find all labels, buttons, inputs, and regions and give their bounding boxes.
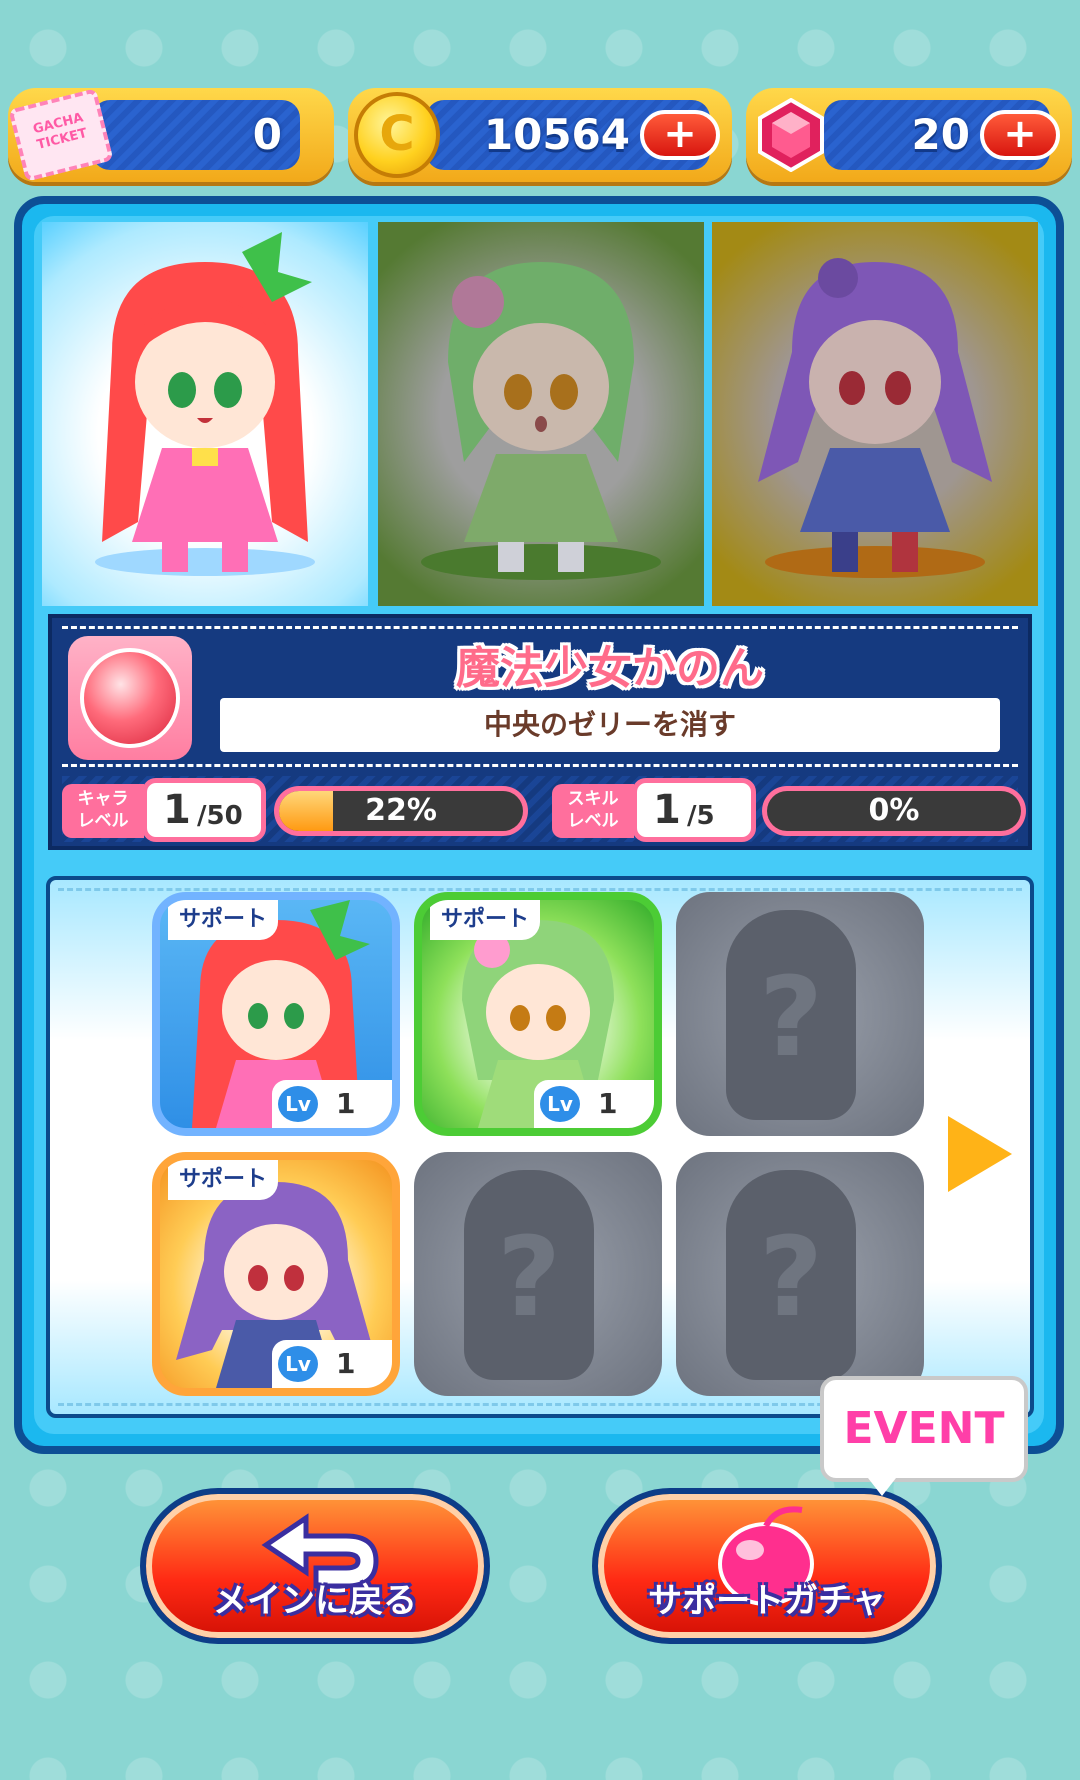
char-exp-percent: 22% bbox=[365, 793, 437, 828]
add-gems-button[interactable]: + bbox=[980, 110, 1060, 160]
unknown-character-icon bbox=[726, 1170, 856, 1380]
locked-support-card[interactable] bbox=[676, 892, 924, 1136]
support-badge: サポート bbox=[168, 900, 278, 940]
skill-level-label-2: レベル bbox=[567, 811, 619, 831]
character-portrait-green bbox=[421, 262, 661, 580]
card-level: Lv 1 bbox=[534, 1080, 654, 1128]
coin-icon bbox=[354, 92, 440, 178]
level-icon: Lv bbox=[540, 1086, 580, 1122]
skill-level-value: 1 bbox=[653, 787, 681, 833]
skill-level-label-1: スキル bbox=[567, 789, 619, 809]
char-level-box: 1 /50 bbox=[142, 778, 266, 842]
add-coins-button[interactable]: + bbox=[640, 110, 720, 160]
character-portrait-purple bbox=[758, 258, 992, 578]
locked-support-card[interactable] bbox=[414, 1152, 662, 1396]
ticket-count: 0 bbox=[252, 110, 282, 159]
support-card[interactable]: サポート Lv 1 bbox=[152, 1152, 400, 1396]
support-gacha-button[interactable]: サポートガチャ bbox=[592, 1488, 942, 1644]
level-icon: Lv bbox=[278, 1346, 318, 1382]
card-level-value: 1 bbox=[598, 1087, 618, 1120]
char-level-max: /50 bbox=[197, 801, 243, 831]
back-button-label: メインに戻る bbox=[213, 1581, 417, 1621]
character-portrait-red bbox=[95, 232, 315, 576]
next-page-arrow-icon[interactable] bbox=[948, 1116, 1012, 1192]
unknown-character-icon bbox=[726, 910, 856, 1120]
gem-counter: 20 + bbox=[746, 88, 1072, 182]
back-to-main-button[interactable]: メインに戻る bbox=[140, 1488, 490, 1644]
support-badge: サポート bbox=[168, 1160, 278, 1200]
gacha-ticket-icon: GACHA TICKET bbox=[8, 88, 114, 182]
card-level-value: 1 bbox=[336, 1347, 356, 1380]
skill-level-max: /5 bbox=[687, 801, 715, 831]
char-level-value: 1 bbox=[163, 787, 191, 833]
skill-level-tag: スキル レベル bbox=[552, 784, 634, 838]
gacha-button-label: サポートガチャ bbox=[648, 1581, 886, 1621]
char-exp-bar: 22% bbox=[274, 786, 528, 836]
skill-exp-bar: 0% bbox=[762, 786, 1026, 836]
character-name: 魔法少女かのん bbox=[456, 643, 764, 694]
support-badge: サポート bbox=[430, 900, 540, 940]
card-level: Lv 1 bbox=[272, 1080, 392, 1128]
card-level-value: 1 bbox=[336, 1087, 356, 1120]
skill-icon bbox=[68, 636, 192, 760]
party-slot-2[interactable] bbox=[378, 222, 704, 606]
party-slot-1[interactable] bbox=[42, 222, 368, 606]
event-badge-tail bbox=[868, 1478, 896, 1496]
card-level: Lv 1 bbox=[272, 1340, 392, 1388]
gem-icon bbox=[758, 98, 824, 172]
skill-description: 中央のゼリーを消す bbox=[220, 698, 1000, 752]
unknown-character-icon bbox=[464, 1170, 594, 1380]
support-card[interactable]: サポート Lv 1 bbox=[414, 892, 662, 1136]
level-row: キャラ レベル 1 /50 22% スキル レベル 1 /5 0% bbox=[62, 776, 1026, 842]
locked-support-card[interactable] bbox=[676, 1152, 924, 1396]
event-badge: EVENT bbox=[820, 1376, 1028, 1482]
support-card[interactable]: サポート Lv 1 bbox=[152, 892, 400, 1136]
char-level-label-2: レベル bbox=[77, 811, 129, 831]
level-icon: Lv bbox=[278, 1086, 318, 1122]
char-level-tag: キャラ レベル bbox=[62, 784, 144, 838]
gem-count: 20 bbox=[911, 110, 970, 159]
skill-level-box: 1 /5 bbox=[632, 778, 756, 842]
skill-exp-percent: 0% bbox=[868, 793, 920, 828]
character-info: 魔法少女かのん 中央のゼリーを消す キャラ レベル 1 /50 22% スキル … bbox=[48, 614, 1032, 850]
char-level-label-1: キャラ bbox=[77, 789, 129, 809]
coin-count: 10564 bbox=[483, 110, 630, 159]
party-slot-3[interactable] bbox=[712, 222, 1038, 606]
coin-counter: 10564 + bbox=[348, 88, 732, 182]
ticket-counter: GACHA TICKET 0 bbox=[8, 88, 334, 182]
